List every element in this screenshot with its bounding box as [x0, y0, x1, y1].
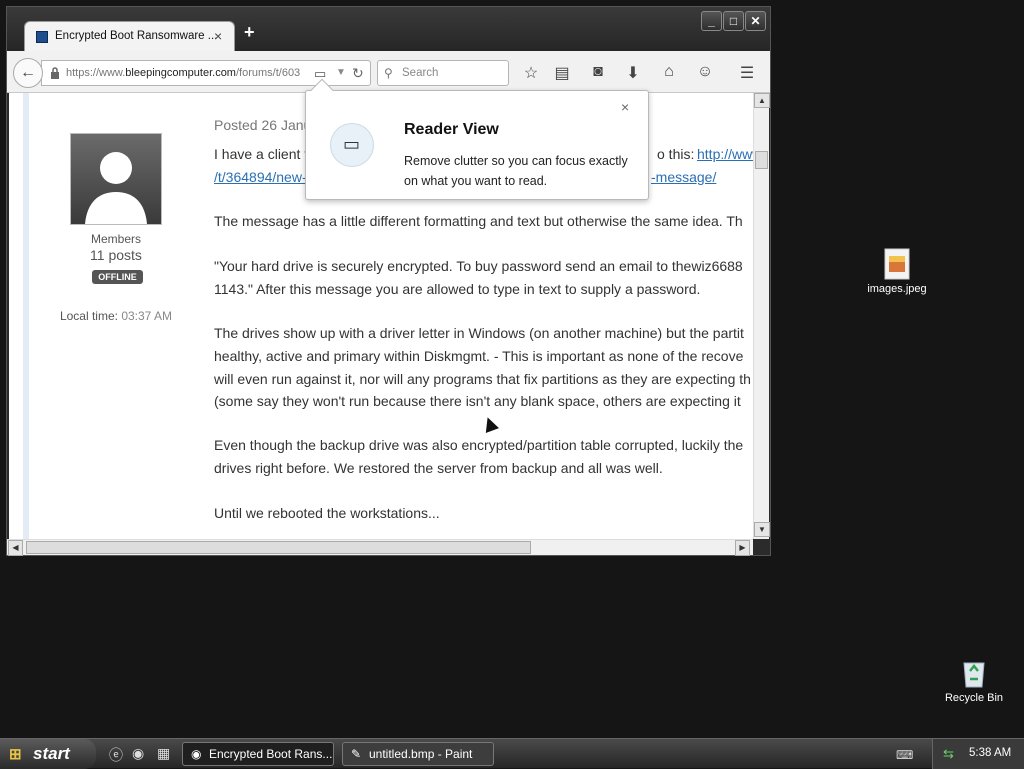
member-group: Members [90, 232, 141, 246]
post-paragraph-3a: "Your hard drive is securely encrypted. … [214, 258, 743, 274]
media-quicklaunch-icon[interactable]: ▦ [157, 745, 170, 762]
post-link-left[interactable]: /t/364894/new- [214, 169, 307, 185]
navigation-toolbar: https://www.bleepingcomputer.com/forums/… [7, 51, 770, 93]
firefox-icon: ◉ [191, 747, 202, 761]
vertical-scrollbar[interactable]: ▲ ▼ [753, 93, 770, 539]
menu-icon[interactable]: ☰ [737, 63, 757, 83]
desktop: Encrypted Boot Ransomware ... × + _ □ ✕ … [0, 0, 1024, 738]
post-link[interactable]: http://www [697, 146, 753, 162]
tab-title: Encrypted Boot Ransomware ... [55, 30, 218, 42]
post-paragraph-5b: drives right before. We restored the ser… [214, 460, 663, 476]
post-paragraph-4d: (some say they won't run because there i… [214, 393, 741, 409]
pocket-icon[interactable]: ◙ [588, 63, 608, 81]
lock-icon [51, 67, 59, 79]
reader-view-popup: ▭ Reader View Remove clutter so you can … [305, 78, 649, 200]
new-tab-button[interactable]: + [244, 22, 255, 43]
desktop-icon-images[interactable]: images.jpeg [862, 248, 932, 295]
local-time: Local time: 03:37 AM [49, 309, 183, 323]
post-paragraph-6: Until we rebooted the workstations... [214, 505, 440, 521]
post-paragraph-2: The message has a little different forma… [214, 213, 743, 229]
post-line-1-right: o this: [657, 146, 695, 162]
post-paragraph-4a: The drives show up with a driver letter … [214, 325, 744, 341]
image-file-icon [884, 248, 910, 280]
left-rail [23, 93, 29, 539]
clock[interactable]: 5:38 AM [969, 747, 1011, 759]
browser-tab[interactable]: Encrypted Boot Ransomware ... × [24, 21, 235, 51]
windows-logo-icon: ⊞ [9, 746, 22, 763]
home-icon[interactable]: ⌂ [659, 63, 679, 81]
post-link-right[interactable]: -message/ [651, 169, 716, 185]
scroll-down-icon[interactable]: ▼ [754, 522, 770, 537]
post-line-1: I have a client t [214, 146, 309, 162]
search-icon: ⚲ [384, 66, 393, 80]
url-path: /forums/t/603 [235, 67, 301, 79]
browser-titlebar: Encrypted Boot Ransomware ... × + _ □ ✕ [7, 7, 770, 51]
task-browser[interactable]: ◉ Encrypted Boot Rans... [182, 742, 334, 766]
desktop-icon-label: Recycle Bin [944, 692, 1004, 704]
recycle-bin-icon [963, 662, 985, 688]
post-paragraph-5a: Even though the backup drive was also en… [214, 437, 744, 453]
download-icon[interactable]: ⬇ [623, 63, 643, 83]
bookmark-star-icon[interactable]: ☆ [521, 63, 541, 83]
post-paragraph-4b: healthy, active and primary within Diskm… [214, 348, 744, 364]
maximize-button[interactable]: □ [723, 11, 744, 31]
taskbar: ⊞ start ⓔ ◉ ▦ ◉ Encrypted Boot Rans... ✎ u… [0, 738, 1024, 769]
search-input[interactable]: ⚲ Search [377, 60, 509, 86]
task-label: Encrypted Boot Rans... [209, 747, 333, 761]
start-label: start [33, 744, 70, 763]
local-time-label: Local time: [59, 309, 118, 323]
site-favicon-icon [36, 31, 48, 43]
horizontal-scrollbar[interactable]: ◀ ▶ [7, 539, 753, 556]
reload-icon[interactable]: ↻ [352, 65, 364, 82]
reader-view-illustration-icon: ▭ [330, 123, 374, 167]
browser-window: Encrypted Boot Ransomware ... × + _ □ ✕ … [6, 6, 771, 556]
post-paragraph-3b: 1143." After this message you are allowe… [214, 281, 701, 297]
start-button[interactable]: ⊞ start [0, 739, 96, 769]
avatar[interactable] [70, 133, 162, 225]
close-window-button[interactable]: ✕ [745, 11, 766, 31]
bookmarks-list-icon[interactable]: ▤ [552, 63, 572, 83]
desktop-icon-recycle-bin[interactable]: Recycle Bin [938, 657, 1010, 704]
post-date: Posted 26 Janu [214, 117, 312, 133]
popup-title: Reader View [404, 121, 499, 138]
desktop-icon-label: images.jpeg [867, 283, 927, 295]
paint-icon: ✎ [351, 747, 362, 761]
url-text: https://www.bleepingcomputer.com/forums/… [66, 67, 300, 79]
minimize-button[interactable]: _ [701, 11, 722, 31]
back-button[interactable]: ← [13, 58, 43, 88]
tab-close-icon[interactable]: × [214, 28, 222, 44]
url-prefix: https://www. [66, 67, 126, 79]
horizontal-scroll-thumb[interactable] [26, 541, 531, 554]
dropdown-arrow-icon[interactable]: ▼ [336, 67, 346, 78]
post-count: 11 posts [90, 247, 142, 263]
vertical-scroll-thumb[interactable] [755, 151, 768, 169]
popup-body: Remove clutter so you can focus exactly … [404, 154, 628, 188]
scroll-up-icon[interactable]: ▲ [754, 93, 770, 108]
post-paragraph-4c: will even run against it, nor will any p… [214, 371, 751, 387]
status-badge: OFFLINE [92, 270, 143, 284]
keyboard-icon[interactable]: ⌨ [896, 748, 913, 762]
firefox-quicklaunch-icon[interactable]: ◉ [132, 745, 144, 762]
hello-chat-icon[interactable]: ☺ [695, 63, 715, 81]
url-domain: bleepingcomputer.com [125, 67, 236, 79]
task-label: untitled.bmp - Paint [369, 747, 473, 761]
network-icon[interactable]: ⇆ [943, 746, 954, 762]
system-tray: ⇆ 5:38 AM [932, 739, 1024, 769]
popup-close-icon[interactable]: × [621, 99, 629, 115]
ie-quicklaunch-icon[interactable]: ⓔ [109, 745, 123, 765]
task-paint[interactable]: ✎ untitled.bmp - Paint [342, 742, 494, 766]
local-time-value: 03:37 AM [121, 309, 173, 323]
scroll-left-icon[interactable]: ◀ [8, 540, 23, 556]
search-placeholder: Search [402, 67, 439, 79]
default-avatar-icon [85, 152, 147, 224]
scroll-right-icon[interactable]: ▶ [735, 540, 750, 556]
